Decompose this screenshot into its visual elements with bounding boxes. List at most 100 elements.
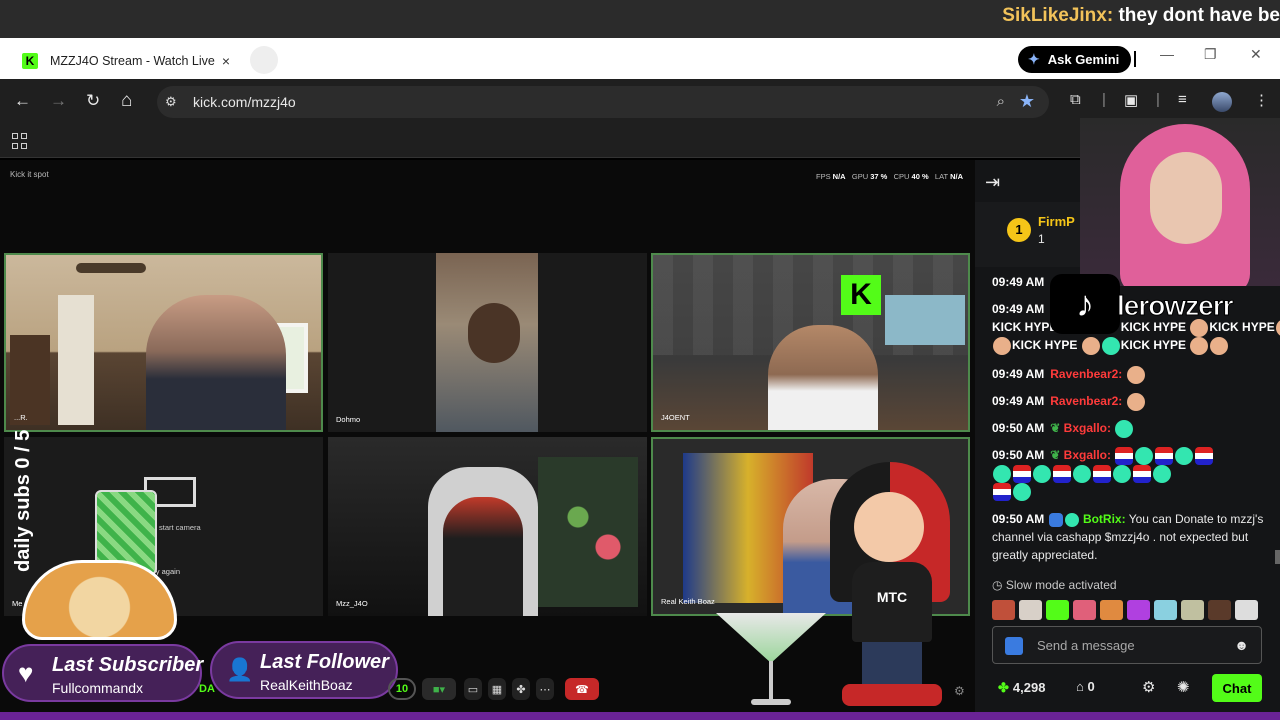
browser-tabbar: K MZZJ4O Stream - Watch Live o × ✦ Ask G… — [0, 38, 1280, 79]
chat-settings-icon[interactable]: ⚙ — [1142, 678, 1155, 696]
leaf-badge-icon: ❦ — [1050, 448, 1061, 462]
chat-username[interactable]: Bxgallo: — [1064, 421, 1111, 435]
emote-icon[interactable] — [1208, 600, 1231, 620]
stream-source-label: Kick it spot — [10, 170, 49, 179]
camera-toggle-button[interactable]: ■▾ — [422, 678, 456, 700]
url-text[interactable]: kick.com/mzzj4o — [193, 94, 296, 110]
message-time: 09:50 AM — [992, 421, 1045, 435]
emote-icon — [1135, 446, 1154, 465]
avatar-shirt-text: MTC — [852, 562, 932, 642]
tile-name-label: ...R. — [14, 413, 28, 422]
emote-icon — [1126, 365, 1145, 384]
hype-text: KICK HYPE — [1012, 338, 1078, 352]
last-follower-name: RealKeithBoaz — [260, 677, 353, 693]
emoji-picker-icon[interactable]: ☻ — [1234, 637, 1249, 653]
gift-icon: ⌂ — [1076, 679, 1084, 694]
new-tab-button[interactable] — [250, 46, 278, 74]
layout-icon[interactable]: ▦ — [488, 678, 506, 700]
emote-icon — [1115, 446, 1134, 465]
emote-icon[interactable] — [1046, 600, 1069, 620]
chat-username[interactable]: Ravenbear2: — [1050, 394, 1122, 408]
channel-points[interactable]: ✤ 4,298 — [998, 680, 1045, 696]
verified-badge-icon — [1064, 512, 1079, 527]
ask-gemini-button[interactable]: ✦ Ask Gemini — [1018, 46, 1132, 73]
emote-icon[interactable] — [1100, 600, 1123, 620]
chat-username[interactable]: BotRix: — [1083, 512, 1126, 526]
screen-share-icon[interactable]: ▭ — [464, 678, 482, 700]
ticker-message: they dont have be — [1113, 5, 1280, 26]
emote-icon[interactable] — [1127, 600, 1150, 620]
points-icon: ✤ — [998, 680, 1009, 695]
emote-icon — [1115, 419, 1134, 438]
forward-button[interactable]: → — [50, 91, 67, 111]
address-bar[interactable]: ⚙ kick.com/mzzj4o ⌕ ★ — [157, 86, 1049, 118]
video-tile: Mzz_J4O — [328, 437, 647, 616]
profile-avatar[interactable] — [1212, 92, 1232, 112]
emote-icon[interactable] — [1073, 600, 1096, 620]
slow-mode-text: Slow mode activated — [1005, 578, 1117, 592]
bookmark-star-icon[interactable]: ★ — [1019, 91, 1035, 112]
minimize-button[interactable]: — — [1160, 46, 1174, 62]
rank-badge: 1 — [1007, 218, 1031, 242]
chat-input-box[interactable]: ☻ — [992, 626, 1262, 664]
leave-call-button[interactable]: ☎ — [565, 678, 599, 700]
site-settings-icon[interactable]: ⚙ — [165, 94, 181, 110]
emote-picker-strip — [992, 600, 1274, 622]
divider: | — [1156, 91, 1160, 108]
emote-icon — [1275, 318, 1280, 337]
message-time: 09:49 AM — [992, 367, 1045, 381]
kick-favicon-icon: K — [22, 52, 38, 69]
restore-button[interactable]: ❐ — [1204, 46, 1217, 63]
player-settings-icon[interactable]: ⚙ — [954, 684, 965, 698]
close-window-button[interactable]: ✕ — [1250, 46, 1262, 63]
collapse-chat-icon[interactable]: ⇥ — [985, 172, 1000, 193]
message-time: 09:49 AM — [992, 302, 1045, 316]
apps-grid-icon[interactable] — [12, 133, 28, 149]
message-time: 09:50 AM — [992, 448, 1045, 462]
emote-menu-icon[interactable]: ✺ — [1177, 678, 1190, 696]
emote-icon[interactable] — [1181, 600, 1204, 620]
effects-icon[interactable]: ✤ — [512, 678, 530, 700]
ticker-banner: SikLikeJinx: they dont have be — [0, 0, 1280, 38]
chat-message-input[interactable] — [1037, 635, 1227, 655]
tab-close-icon[interactable]: × — [222, 53, 230, 69]
slow-mode-icon: ◷ — [992, 578, 1003, 592]
tiktok-username: lerowzerr — [1117, 290, 1234, 322]
divider — [1134, 51, 1136, 67]
tab-search-icon[interactable]: ▣ — [1124, 91, 1138, 109]
emote-icon — [1155, 446, 1174, 465]
emote-icon[interactable] — [992, 600, 1015, 620]
bot-badge-icon — [1048, 512, 1063, 527]
emote-icon[interactable] — [1235, 600, 1258, 620]
emote-icon[interactable] — [1154, 600, 1177, 620]
ticker-text: SikLikeJinx: they dont have be — [1002, 5, 1280, 27]
leader-name[interactable]: FirmP — [1038, 214, 1075, 229]
message-time: 09:50 AM — [992, 512, 1045, 526]
chat-username[interactable]: Bxgallo: — [1064, 448, 1111, 462]
send-chat-button[interactable]: Chat — [1212, 674, 1262, 702]
bot-message: 09:50 AM BotRix: You can Donate to mzzj'… — [992, 510, 1272, 564]
extensions-icon[interactable]: ⧉ — [1070, 91, 1081, 108]
chat-message-body: KICK HYPE KICK HYPE — [992, 336, 1229, 355]
chat-username[interactable]: Ravenbear2: — [1050, 367, 1122, 381]
ceiling-fan-graphic — [76, 263, 146, 273]
back-button[interactable]: ← — [14, 91, 31, 111]
more-options-icon[interactable]: ⋯ — [536, 678, 554, 700]
menu-icon[interactable]: ⋮ — [1254, 91, 1269, 109]
media-control-icon[interactable]: ≡ — [1178, 91, 1187, 108]
chat-scrollbar[interactable] — [1275, 550, 1280, 564]
chat-message: 09:49 AM Ravenbear2: — [992, 365, 1146, 384]
emote-icon[interactable] — [1019, 600, 1042, 620]
reload-button[interactable]: ↻ — [86, 91, 100, 111]
heart-icon: ♥ — [18, 658, 34, 688]
aquarium-graphic — [885, 295, 965, 345]
zoom-icon[interactable]: ⌕ — [997, 93, 1005, 110]
home-button[interactable]: ⌂ — [121, 91, 132, 111]
ask-gemini-label: Ask Gemini — [1047, 52, 1120, 67]
hype-text: KICK HYPE — [992, 320, 1058, 334]
gift-count[interactable]: ⌂ 0 — [1076, 679, 1095, 694]
lat-value: N/A — [950, 172, 963, 181]
participant-count[interactable]: 10 — [388, 678, 416, 700]
last-subscriber-title: Last Subscriber — [52, 654, 204, 676]
browser-tab[interactable]: K MZZJ4O Stream - Watch Live o × — [12, 42, 240, 79]
